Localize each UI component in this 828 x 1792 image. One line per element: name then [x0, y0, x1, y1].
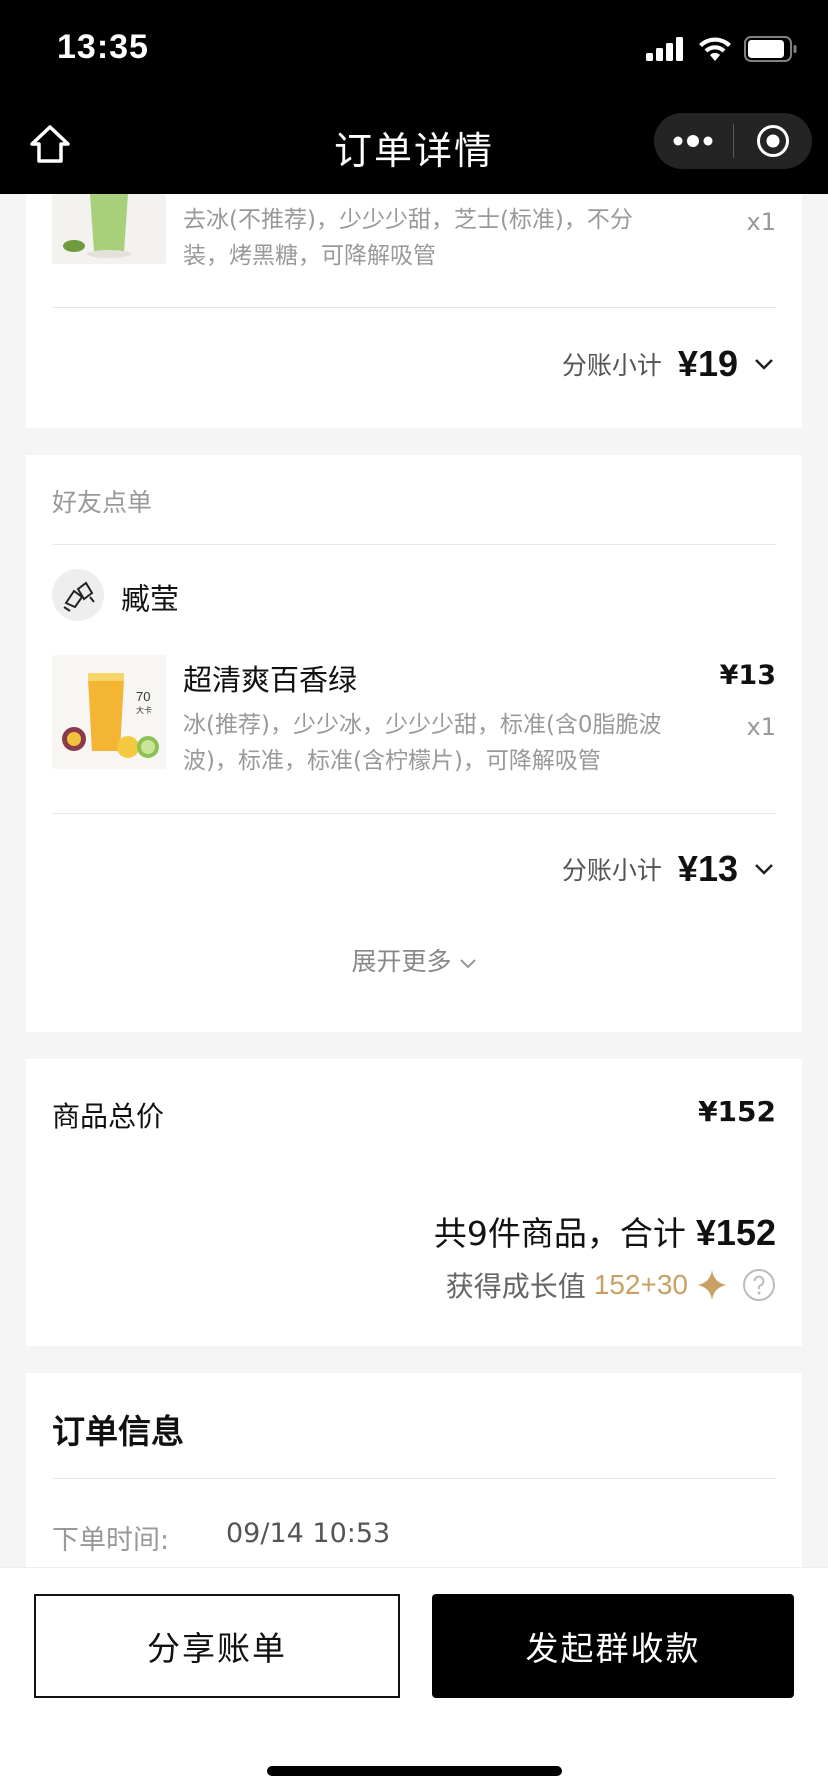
help-icon[interactable] — [742, 1268, 776, 1302]
top-bar: 13:35 订单详情 — [0, 0, 828, 194]
item-name: 超清爽百香绿 — [183, 663, 358, 697]
growth-label: 获得成长值 — [445, 1270, 586, 1303]
avatar — [52, 569, 104, 621]
order-info-title: 订单信息 — [52, 1412, 184, 1451]
calorie-number: 70 — [136, 689, 151, 704]
total-value: ¥152 — [698, 1095, 776, 1128]
signal-icon — [646, 37, 683, 61]
divider — [52, 1478, 776, 1479]
chevron-down-icon — [755, 864, 773, 875]
divider — [52, 307, 776, 308]
expand-more-button[interactable]: 展开更多 — [26, 942, 802, 978]
subtotal-label: 分账小计 — [561, 856, 662, 885]
order-time-label: 下单时间: — [52, 1525, 170, 1556]
subtotal-value: ¥13 — [677, 848, 738, 889]
subtotal-value: ¥19 — [677, 343, 738, 384]
divider — [52, 544, 776, 545]
more-button[interactable] — [654, 113, 733, 169]
item-quantity: x1 — [746, 208, 776, 236]
status-time: 13:35 — [57, 28, 149, 66]
total-label: 商品总价 — [52, 1100, 165, 1133]
cheers-icon — [63, 581, 95, 612]
sparkle-icon — [697, 1270, 727, 1300]
summary-card: 商品总价 ¥152 共9件商品，合计 ¥152 获得成长值 152+30 — [26, 1059, 802, 1346]
target-icon — [756, 125, 789, 157]
subtotal-toggle[interactable]: 分账小计 ¥13 — [562, 848, 774, 890]
friend-name: 臧莹 — [121, 582, 180, 616]
item-count-text: 共9件商品，合计 — [433, 1214, 686, 1253]
status-icons — [646, 34, 798, 64]
growth-row: 获得成长值 152+30 — [446, 1265, 776, 1305]
mini-program-capsule — [654, 113, 812, 169]
section-label: 好友点单 — [52, 488, 153, 517]
wifi-icon — [699, 37, 731, 61]
order-sum: 共9件商品，合计 ¥152 — [434, 1207, 776, 1255]
my-order-card: 去冰(不推荐)，少少少甜，芝士(标准)，不分装，烤黑糖，可降解吸管 x1 分账小… — [26, 194, 802, 428]
share-bill-button[interactable]: 分享账单 — [34, 1594, 400, 1698]
product-thumbnail — [52, 194, 166, 264]
chevron-down-icon — [755, 359, 773, 370]
item-spec: 冰(推荐)，少少冰，少少少甜，标准(含0脂脆波波)，标准，标准(含柠檬片)，可降… — [183, 712, 662, 774]
home-indicator — [267, 1766, 562, 1776]
subtotal-label: 分账小计 — [561, 351, 662, 380]
expand-more-label: 展开更多 — [351, 947, 452, 976]
product-thumbnail: 70 大卡 — [52, 655, 166, 769]
friend-order-card: 好友点单 臧莹 70 大卡 超清爽百香绿 ¥13 x1 冰(推荐)，少少冰，少少… — [26, 455, 802, 1032]
calorie-unit: 大卡 — [136, 706, 152, 715]
item-price: ¥13 — [719, 660, 776, 691]
close-button[interactable] — [734, 113, 813, 169]
order-time-value: 09/14 10:53 — [226, 1518, 391, 1549]
item-quantity: x1 — [746, 713, 776, 741]
battery-icon — [744, 36, 797, 62]
matcha-drink-image — [52, 194, 166, 264]
chevron-down-icon — [459, 959, 476, 969]
growth-value: 152+30 — [593, 1269, 688, 1300]
sum-value: ¥152 — [695, 1212, 776, 1253]
order-info-card: 订单信息 下单时间: 09/14 10:53 — [26, 1373, 802, 1573]
item-spec: 去冰(不推荐)，少少少甜，芝士(标准)，不分装，烤黑糖，可降解吸管 — [183, 207, 633, 269]
divider — [52, 813, 776, 814]
bottom-action-bar: 分享账单 发起群收款 — [0, 1567, 828, 1792]
subtotal-toggle[interactable]: 分账小计 ¥19 — [562, 343, 774, 385]
more-dots-icon — [673, 135, 713, 147]
group-collect-button[interactable]: 发起群收款 — [432, 1594, 794, 1698]
